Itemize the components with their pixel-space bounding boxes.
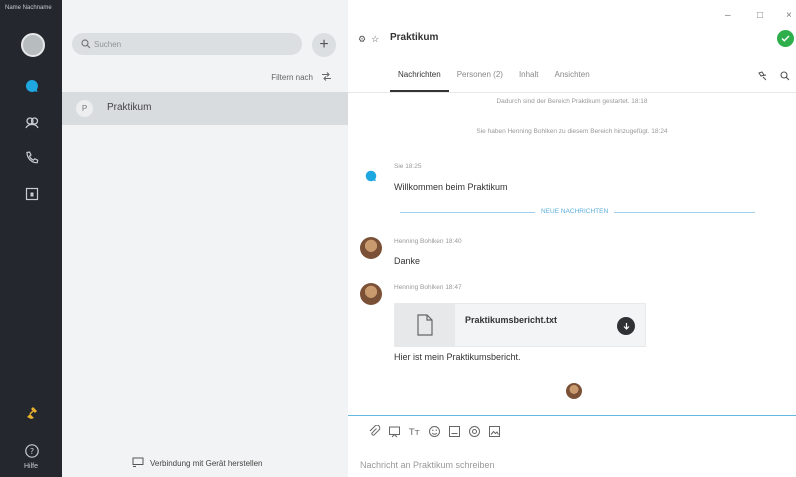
- whiteboard-icon[interactable]: [388, 425, 401, 441]
- calendar-icon[interactable]: [22, 184, 42, 204]
- user-name: Name Nachname: [5, 5, 52, 11]
- navigation-rail: Name Nachname ? Hilfe: [0, 0, 62, 477]
- file-name: Praktikumsbericht.txt: [465, 315, 558, 325]
- text-format-icon[interactable]: Tт: [408, 425, 421, 441]
- filter-label: Filtern nach: [271, 73, 313, 82]
- help-label[interactable]: Hilfe: [0, 463, 62, 470]
- download-icon: [623, 322, 629, 330]
- emoji-icon[interactable]: [428, 425, 441, 441]
- search-input[interactable]: [94, 36, 294, 52]
- search-box[interactable]: [72, 33, 302, 55]
- headset-icon[interactable]: [22, 402, 42, 422]
- add-space-button[interactable]: +: [312, 33, 336, 57]
- maximize-icon[interactable]: □: [757, 10, 763, 21]
- connect-device-label: Verbindung mit Gerät herstellen: [150, 458, 263, 468]
- header-tools: [757, 71, 790, 84]
- minimize-icon[interactable]: –: [725, 10, 731, 21]
- connect-device-button[interactable]: Verbindung mit Gerät herstellen: [132, 457, 263, 469]
- phone-icon[interactable]: [22, 148, 42, 168]
- system-message: Sie haben Henning Bohlken zu diesem Bere…: [476, 128, 668, 135]
- tab-bar: Nachrichten Personen (2) Inhalt Ansichte…: [390, 70, 598, 92]
- star-icon[interactable]: ☆: [371, 34, 379, 45]
- message-text: Danke: [394, 256, 421, 266]
- chat-bubble-icon: [365, 170, 377, 182]
- user-avatar[interactable]: [21, 33, 45, 57]
- filter-icon: [321, 72, 332, 83]
- avatar[interactable]: [360, 283, 382, 305]
- tab-people[interactable]: Personen (2): [449, 70, 511, 92]
- avatar[interactable]: [360, 237, 382, 259]
- tab-views[interactable]: Ansichten: [547, 70, 598, 92]
- image-icon[interactable]: [488, 425, 501, 441]
- status-icon[interactable]: [777, 30, 794, 47]
- tab-messages[interactable]: Nachrichten: [390, 70, 449, 92]
- filter-control[interactable]: Filtern nach: [271, 72, 332, 83]
- screenshot-icon[interactable]: [468, 425, 481, 441]
- list-item[interactable]: P Praktikum: [62, 92, 348, 125]
- new-messages-label: NEUE NACHRICHTEN: [535, 208, 615, 215]
- screen-share-icon: [132, 457, 144, 469]
- space-header-icons: ⚙ ☆: [358, 34, 379, 45]
- document-icon: [395, 304, 455, 346]
- message-meta: Sie 18:25: [394, 163, 422, 170]
- video-icon[interactable]: [757, 71, 768, 84]
- settings-icon[interactable]: ⚙: [358, 34, 366, 45]
- space-icon: P: [76, 100, 93, 117]
- avatar[interactable]: [360, 165, 382, 187]
- file-attachment[interactable]: Praktikumsbericht.txt: [394, 303, 646, 347]
- attach-icon[interactable]: [368, 424, 381, 441]
- chat-bubble-icon[interactable]: [22, 76, 42, 96]
- gif-icon[interactable]: [448, 425, 461, 441]
- message-meta: Henning Bohlken 18:47: [394, 284, 462, 291]
- header-divider: [348, 92, 796, 93]
- plus-icon: +: [319, 36, 329, 53]
- search-icon: [81, 39, 91, 52]
- message-meta: Henning Bohlken 18:40: [394, 238, 462, 245]
- list-item-label: Praktikum: [107, 102, 152, 113]
- compose-toolbar: Tт: [368, 424, 501, 441]
- system-message: Dadurch sind der Bereich Praktikum gesta…: [496, 98, 648, 105]
- conversation-panel: – □ × ⚙ ☆ Praktikum Nachrichten Personen…: [348, 0, 796, 477]
- message-input[interactable]: [360, 457, 780, 473]
- close-icon[interactable]: ×: [786, 10, 792, 21]
- contacts-icon[interactable]: [22, 112, 42, 132]
- search-icon[interactable]: [780, 71, 790, 84]
- message-text: Hier ist mein Praktikumsbericht.: [394, 352, 521, 362]
- tab-content[interactable]: Inhalt: [511, 70, 547, 92]
- space-list-panel: + Filtern nach P Praktikum Verbindung mi…: [62, 0, 348, 477]
- message-text: Willkommen beim Praktikum: [394, 182, 508, 192]
- svg-text:?: ?: [30, 447, 34, 456]
- read-receipt-avatar: [566, 383, 582, 399]
- help-icon[interactable]: ?: [22, 441, 42, 461]
- compose-divider: [348, 415, 796, 416]
- download-button[interactable]: [617, 317, 635, 335]
- svg-text:Tт: Tт: [408, 428, 420, 438]
- space-title: Praktikum: [390, 32, 439, 43]
